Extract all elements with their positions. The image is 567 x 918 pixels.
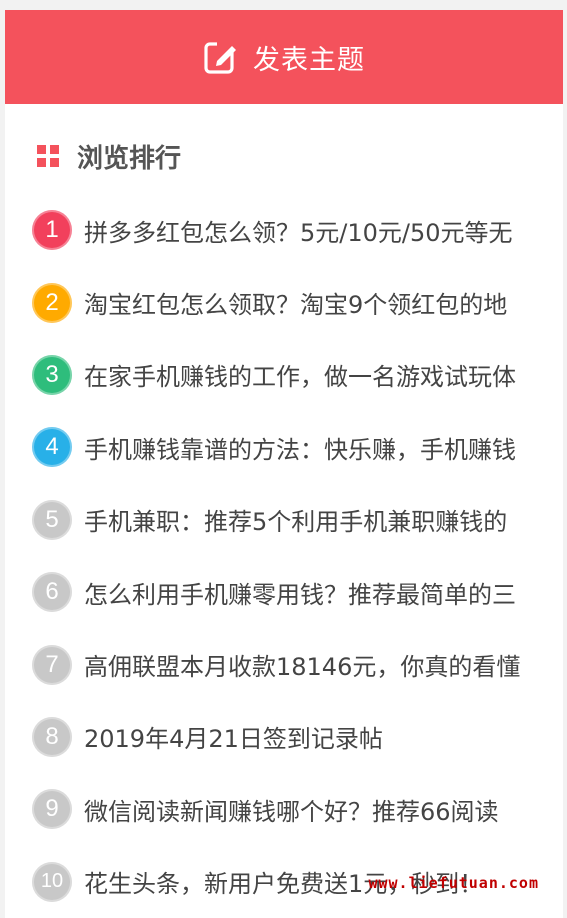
rank-number-badge: 4	[32, 427, 72, 468]
ranking-item-title[interactable]: 拼多多红包怎么领？5元/10元/50元等无	[84, 213, 529, 248]
ranking-item-title[interactable]: 手机兼职：推荐5个利用手机兼职赚钱的	[84, 502, 529, 537]
browse-ranking-panel: 浏览排行 1 拼多多红包怎么领？5元/10元/50元等无 2 淘宝红包怎么领取？淘宝9…	[5, 104, 563, 918]
rank-number-badge: 7	[32, 644, 72, 685]
ranking-item-title[interactable]: 手机赚钱靠谱的方法：快乐赚，手机赚钱	[84, 430, 529, 465]
rank-number-badge: 6	[32, 572, 72, 613]
grid-icon	[37, 145, 59, 167]
rank-number-badge: 8	[32, 716, 72, 757]
ranking-item-title[interactable]: 微信阅读新闻赚钱哪个好？推荐66阅读	[84, 792, 529, 827]
ranking-item-title[interactable]: 怎么利用手机赚零用钱？推荐最简单的三	[84, 575, 529, 610]
ranking-item-title[interactable]: 高佣联盟本月收款18146元，你真的看懂	[84, 647, 529, 682]
rank-number-badge: 10	[32, 861, 72, 902]
ranking-item[interactable]: 6 怎么利用手机赚零用钱？推荐最简单的三	[5, 556, 563, 628]
rank-number-badge: 3	[32, 354, 72, 395]
ranking-list: 1 拼多多红包怎么领？5元/10元/50元等无 2 淘宝红包怎么领取？淘宝9个领红包的…	[5, 194, 563, 918]
ranking-item[interactable]: 9 微信阅读新闻赚钱哪个好？推荐66阅读	[5, 773, 563, 845]
rank-number-badge: 9	[32, 789, 72, 830]
ranking-item-title[interactable]: 在家手机赚钱的工作，做一名游戏试玩体	[84, 357, 529, 392]
rank-number-badge: 2	[32, 282, 72, 323]
ranking-item[interactable]: 7 高佣联盟本月收款18146元，你真的看懂	[5, 628, 563, 700]
ranking-item[interactable]: 1 拼多多红包怎么领？5元/10元/50元等无	[5, 194, 563, 266]
edit-icon	[203, 39, 239, 75]
ranking-item[interactable]: 5 手机兼职：推荐5个利用手机兼职赚钱的	[5, 484, 563, 556]
ranking-item[interactable]: 4 手机赚钱靠谱的方法：快乐赚，手机赚钱	[5, 411, 563, 483]
panel-header: 浏览排行	[37, 138, 181, 174]
ranking-item[interactable]: 8 2019年4月21日签到记录帖	[5, 701, 563, 773]
ranking-item[interactable]: 2 淘宝红包怎么领取？淘宝9个领红包的地	[5, 266, 563, 338]
watermark: www.liefutuan.com	[368, 874, 539, 892]
rank-number-badge: 1	[32, 210, 72, 251]
rank-number-badge: 5	[32, 499, 72, 540]
panel-title: 浏览排行	[77, 143, 182, 174]
post-topic-label: 发表主题	[253, 44, 365, 76]
ranking-item-title[interactable]: 淘宝红包怎么领取？淘宝9个领红包的地	[84, 285, 529, 320]
ranking-item[interactable]: 3 在家手机赚钱的工作，做一名游戏试玩体	[5, 339, 563, 411]
page: 发表主题 浏览排行 1 拼多多红包怎么领？5元/10元/50元等无 2 淘宝红包怎么领…	[0, 0, 567, 918]
post-topic-button[interactable]: 发表主题	[5, 10, 563, 104]
ranking-item-title[interactable]: 2019年4月21日签到记录帖	[84, 719, 529, 754]
